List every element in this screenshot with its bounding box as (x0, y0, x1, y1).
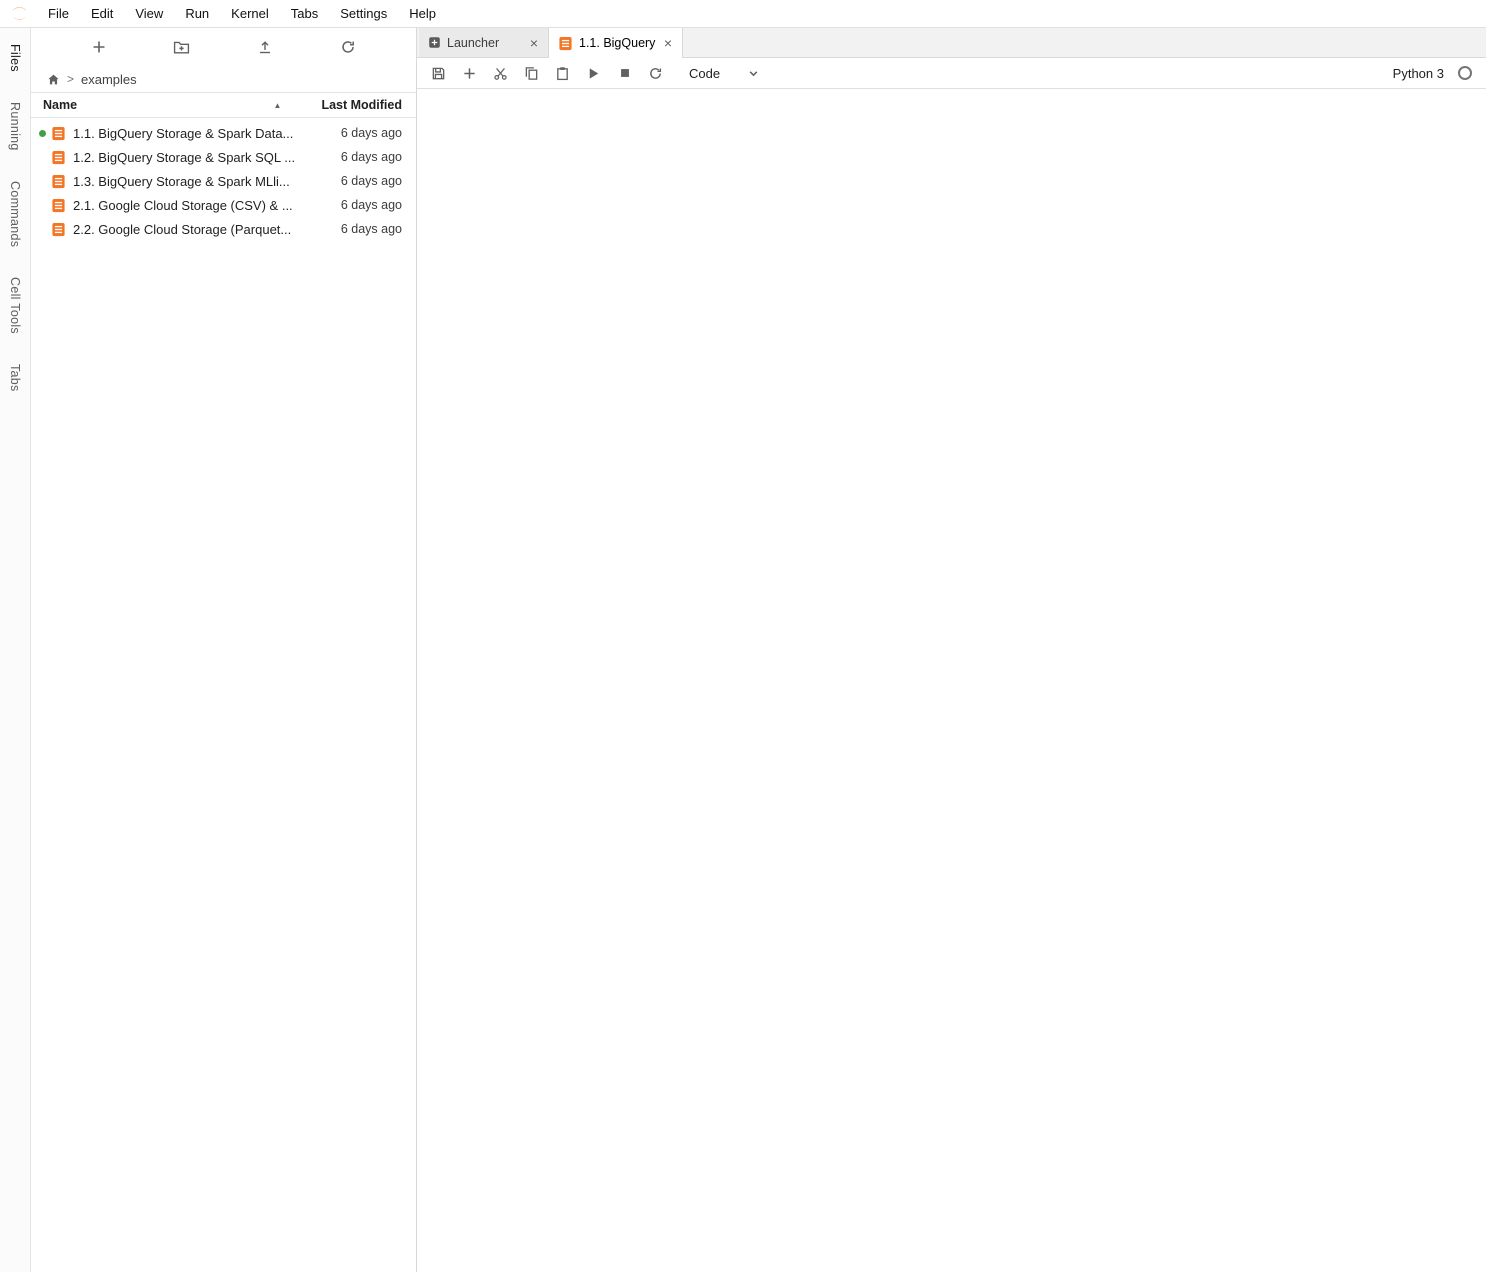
sidebar-tab-cell-tools[interactable]: Cell Tools (8, 277, 22, 334)
restart-kernel-button[interactable] (640, 60, 671, 86)
file-name: 1.1. BigQuery Storage & Spark Data... (73, 126, 341, 141)
breadcrumb-folder[interactable]: examples (81, 72, 137, 87)
upload-icon[interactable] (252, 35, 278, 59)
cut-cells-button[interactable] (485, 60, 516, 86)
cell-type-value: Code (689, 66, 720, 81)
file-name: 1.3. BigQuery Storage & Spark MLli... (73, 174, 341, 189)
notebook-icon (51, 222, 66, 237)
menubar: FileEditViewRunKernelTabsSettingsHelp (0, 0, 1486, 28)
insert-cell-button[interactable] (454, 60, 485, 86)
close-icon[interactable]: × (529, 36, 539, 50)
kernel-dot-placeholder (39, 202, 46, 209)
kernel-dot-placeholder (39, 226, 46, 233)
file-modified: 6 days ago (341, 150, 402, 164)
file-list-header: Name ▲ Last Modified (31, 92, 416, 118)
main-area: Launcher × 1.1. BigQuery S × (417, 28, 1486, 1272)
jupyterlab-app: FileEditViewRunKernelTabsSettingsHelp Fi… (0, 0, 1486, 1272)
menu-file[interactable]: File (37, 3, 80, 24)
notebook-icon (51, 174, 66, 189)
menu-tabs[interactable]: Tabs (280, 3, 329, 24)
column-header-name[interactable]: Name (43, 98, 77, 112)
file-name: 2.1. Google Cloud Storage (CSV) & ... (73, 198, 341, 213)
launcher-icon (428, 36, 441, 49)
notebook-icon (51, 126, 66, 141)
menubar-items: FileEditViewRunKernelTabsSettingsHelp (37, 3, 447, 24)
file-row[interactable]: 1.3. BigQuery Storage & Spark MLli...6 d… (31, 169, 416, 193)
side-tabstrip: Files Running Commands Cell Tools Tabs (0, 28, 31, 1272)
menu-run[interactable]: Run (174, 3, 220, 24)
file-row[interactable]: 2.2. Google Cloud Storage (Parquet...6 d… (31, 217, 416, 241)
kernel-status-icon (1458, 66, 1472, 80)
tab-1-1-bigquery-s[interactable]: 1.1. BigQuery S × (549, 28, 683, 58)
refresh-icon[interactable] (335, 35, 361, 59)
file-row[interactable]: 1.2. BigQuery Storage & Spark SQL ...6 d… (31, 145, 416, 169)
tab-label: Launcher (447, 36, 523, 50)
file-browser-toolbar (31, 28, 416, 66)
file-modified: 6 days ago (341, 174, 402, 188)
sidebar-tab-files[interactable]: Files (8, 44, 22, 72)
notebook-icon (51, 150, 66, 165)
chevron-down-icon (748, 68, 759, 79)
kernel-name[interactable]: Python 3 (1393, 66, 1444, 81)
tab-label: 1.1. BigQuery S (579, 36, 657, 50)
notebook (417, 89, 1486, 1272)
cell-type-select[interactable]: Code (683, 64, 765, 83)
menu-help[interactable]: Help (398, 3, 447, 24)
file-row[interactable]: 1.1. BigQuery Storage & Spark Data...6 d… (31, 121, 416, 145)
file-name: 2.2. Google Cloud Storage (Parquet... (73, 222, 341, 237)
run-button[interactable] (578, 60, 609, 86)
kernel-dot-placeholder (39, 178, 46, 185)
menu-view[interactable]: View (124, 3, 174, 24)
jupyter-logo (10, 4, 29, 23)
file-name: 1.2. BigQuery Storage & Spark SQL ... (73, 150, 341, 165)
file-row[interactable]: 2.1. Google Cloud Storage (CSV) & ...6 d… (31, 193, 416, 217)
notebook-toolbar: Code Python 3 (417, 58, 1486, 89)
tab-launcher[interactable]: Launcher × (419, 28, 549, 57)
file-browser: > examples Name ▲ Last Modified 1.1. Big… (31, 28, 417, 1272)
sort-ascending-icon[interactable]: ▲ (274, 101, 282, 110)
menu-settings[interactable]: Settings (329, 3, 398, 24)
new-folder-button[interactable] (169, 35, 195, 59)
sidebar-tab-running[interactable]: Running (8, 102, 22, 151)
close-icon[interactable]: × (663, 36, 673, 50)
file-modified: 6 days ago (341, 126, 402, 140)
stop-button[interactable] (609, 60, 640, 86)
home-icon[interactable] (47, 73, 60, 86)
breadcrumb-separator: > (67, 72, 74, 86)
copy-cells-button[interactable] (516, 60, 547, 86)
sidebar-tab-tabs[interactable]: Tabs (8, 364, 22, 392)
new-launcher-button[interactable] (86, 35, 112, 59)
save-button[interactable] (423, 60, 454, 86)
notebook-icon (51, 198, 66, 213)
file-modified: 6 days ago (341, 198, 402, 212)
notebook-icon (558, 36, 573, 51)
menu-edit[interactable]: Edit (80, 3, 124, 24)
file-modified: 6 days ago (341, 222, 402, 236)
sidebar-tab-commands[interactable]: Commands (8, 181, 22, 247)
column-header-modified[interactable]: Last Modified (321, 98, 402, 112)
kernel-dot-placeholder (39, 154, 46, 161)
kernel-running-dot (39, 130, 46, 137)
breadcrumb: > examples (31, 66, 416, 92)
doc-tabbar: Launcher × 1.1. BigQuery S × (417, 28, 1486, 58)
paste-cells-button[interactable] (547, 60, 578, 86)
file-list: 1.1. BigQuery Storage & Spark Data...6 d… (31, 118, 416, 1272)
menu-kernel[interactable]: Kernel (220, 3, 280, 24)
